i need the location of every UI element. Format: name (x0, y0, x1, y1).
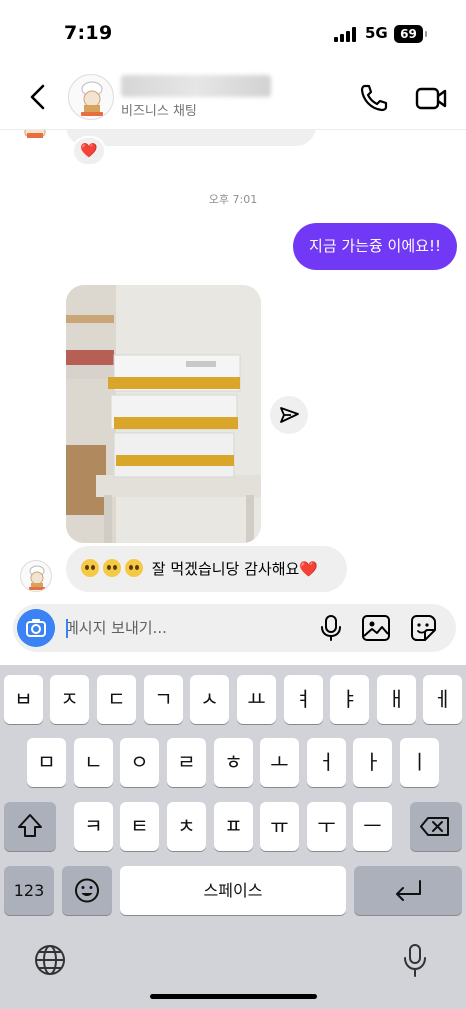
key[interactable]: ㅎ (214, 738, 253, 787)
heart-emoji: ❤️ (299, 560, 319, 578)
pleading-face-icon (81, 559, 99, 577)
status-time: 7:19 (64, 22, 113, 44)
space-key[interactable]: 스페이스 (120, 866, 346, 915)
signal-icon (334, 27, 358, 42)
key[interactable]: ㄹ (167, 738, 206, 787)
status-bar: 7:19 5G 69 (0, 0, 466, 66)
key[interactable]: ㅔ (423, 675, 462, 724)
key[interactable]: ㅕ (284, 675, 323, 724)
styrofoam-boxes-image (66, 285, 261, 543)
message-list[interactable]: ❤️ 오후 7:01 지금 가는즁 이에요!! 잘 먹겠습니당 감사해요❤️ (0, 130, 466, 602)
key[interactable]: ㅇ (120, 738, 159, 787)
key[interactable]: ㅁ (27, 738, 66, 787)
emoji-key[interactable] (62, 866, 112, 915)
pleading-face-icon (125, 559, 143, 577)
heart-reaction[interactable]: ❤️ (72, 136, 106, 166)
return-icon (396, 880, 421, 901)
emoji-icon (75, 878, 99, 903)
avatar[interactable] (68, 74, 114, 120)
key[interactable]: ㅍ (214, 802, 253, 851)
key[interactable]: ㅋ (74, 802, 113, 851)
korean-keyboard: ㅂ ㅈ ㄷ ㄱ ㅅ ㅛ ㅕ ㅑ ㅐ ㅔ ㅁ ㄴ ㅇ ㄹ ㅎ ㅗ ㅓ ㅏ ㅣ ㅋ … (0, 665, 466, 1009)
shift-key[interactable] (4, 802, 56, 851)
phone-call-icon[interactable] (358, 82, 390, 114)
chat-header: 비즈니스 채팅 (0, 66, 466, 130)
key[interactable]: ㅛ (237, 675, 276, 724)
gallery-icon[interactable] (361, 614, 391, 642)
home-indicator (150, 994, 317, 999)
incoming-message-text: 잘 먹겠습니당 감사해요 (151, 560, 300, 578)
key[interactable]: ㅅ (190, 675, 229, 724)
key[interactable]: ㅂ (4, 675, 43, 724)
return-key[interactable] (354, 866, 462, 915)
key[interactable]: ㅜ (307, 802, 346, 851)
incoming-message-bubble[interactable]: 잘 먹겠습니당 감사해요❤️ (66, 546, 347, 592)
backspace-icon (420, 817, 449, 836)
chef-logo-icon (81, 81, 103, 116)
contact-name-redacted[interactable] (121, 75, 271, 97)
pleading-face-icon (103, 559, 121, 577)
key[interactable]: ㅌ (120, 802, 159, 851)
key[interactable]: ㄷ (97, 675, 136, 724)
share-icon[interactable] (270, 396, 308, 434)
numbers-key[interactable]: 123 (4, 866, 54, 915)
shift-icon (18, 814, 42, 837)
key[interactable]: ㄴ (74, 738, 113, 787)
camera-icon[interactable] (17, 609, 55, 647)
battery-icon: 69 (394, 25, 423, 43)
video-call-icon[interactable] (414, 82, 448, 114)
outgoing-message-bubble[interactable]: 지금 가는즁 이에요!! (293, 223, 457, 270)
backspace-key[interactable] (410, 802, 462, 851)
key[interactable]: ㄱ (144, 675, 183, 724)
dictation-mic-icon[interactable] (401, 943, 429, 979)
globe-icon[interactable] (33, 943, 67, 977)
sender-avatar[interactable] (20, 560, 52, 592)
key[interactable]: ㅣ (400, 738, 439, 787)
contact-subtitle: 비즈니스 채팅 (121, 104, 197, 119)
key[interactable]: ㅗ (260, 738, 299, 787)
microphone-icon[interactable] (317, 614, 345, 642)
key[interactable]: ㅈ (50, 675, 89, 724)
previous-sender-avatar (20, 130, 50, 140)
battery-nub (425, 31, 427, 37)
sticker-icon[interactable] (408, 613, 438, 643)
text-cursor (66, 619, 68, 638)
key[interactable]: ㅏ (353, 738, 392, 787)
key[interactable]: ㅠ (260, 802, 299, 851)
back-button[interactable] (24, 82, 54, 112)
key[interactable]: ㅊ (167, 802, 206, 851)
message-input[interactable] (65, 612, 305, 644)
key[interactable]: ㅐ (377, 675, 416, 724)
shared-photo[interactable] (66, 285, 261, 543)
key[interactable]: ㅓ (307, 738, 346, 787)
chef-logo-icon (29, 565, 45, 590)
network-type: 5G (365, 24, 388, 42)
message-timestamp: 오후 7:01 (208, 193, 258, 206)
key[interactable]: ㅑ (330, 675, 369, 724)
key[interactable]: ㅡ (353, 802, 392, 851)
message-composer (13, 604, 456, 652)
